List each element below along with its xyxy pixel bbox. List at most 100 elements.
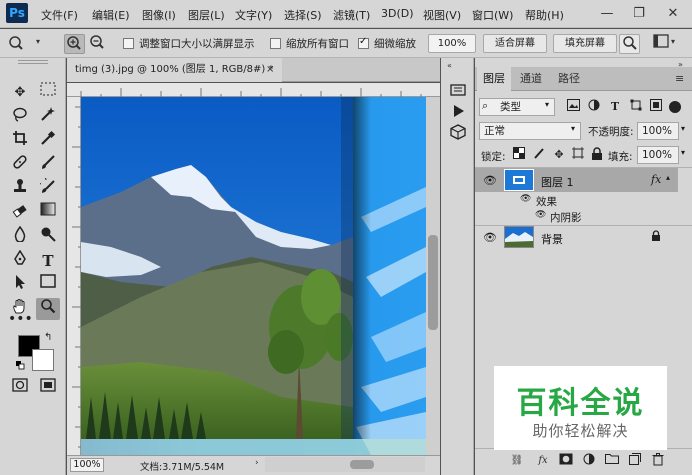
- menu-3d[interactable]: 3D(D): [381, 7, 414, 20]
- menu-file[interactable]: 文件(F): [41, 7, 78, 23]
- menu-help[interactable]: 帮助(H): [525, 7, 564, 23]
- zoom-percent-field[interactable]: 100%: [428, 34, 476, 53]
- opacity-field[interactable]: 100%: [637, 122, 679, 140]
- menu-image[interactable]: 图像(I): [142, 7, 176, 23]
- marquee-tool-icon[interactable]: [36, 82, 60, 104]
- adjustment-layer-icon[interactable]: [580, 453, 598, 469]
- path-selection-tool-icon[interactable]: [8, 274, 32, 296]
- zoom-tool-icon[interactable]: [36, 298, 60, 320]
- vertical-scroll-thumb[interactable]: [428, 235, 438, 330]
- canvas-image[interactable]: [81, 97, 426, 455]
- link-layers-icon[interactable]: ⛓: [508, 453, 526, 469]
- document-tab[interactable]: timg (3).jpg @ 100% (图层 1, RGB/8#) *: [67, 58, 282, 82]
- delete-layer-icon[interactable]: [649, 453, 667, 469]
- scrubby-zoom-checkbox[interactable]: [358, 36, 369, 49]
- quick-mask-icon[interactable]: [8, 378, 32, 400]
- collapse-arrows-icon[interactable]: «: [447, 61, 452, 70]
- filter-smart-object-icon[interactable]: [648, 99, 664, 115]
- blur-tool-icon[interactable]: [8, 225, 32, 248]
- fill-field[interactable]: 100%: [637, 146, 679, 164]
- search-icon[interactable]: [619, 34, 640, 54]
- new-layer-icon[interactable]: [626, 453, 644, 469]
- eyedropper-tool-icon[interactable]: [36, 130, 60, 152]
- opacity-chevron-icon[interactable]: ▾: [681, 124, 685, 133]
- effects-label[interactable]: 效果: [536, 194, 557, 209]
- layer-filter-dropdown[interactable]: 类型: [479, 98, 555, 116]
- effects-visibility-icon[interactable]: 👁: [520, 194, 531, 204]
- lock-transparent-icon[interactable]: [511, 147, 527, 163]
- tab-channels[interactable]: 通道: [514, 67, 548, 91]
- layer1-name[interactable]: 图层 1: [541, 174, 574, 190]
- toolbox-grip[interactable]: [18, 60, 48, 64]
- status-zoom-field[interactable]: 100%: [70, 458, 104, 472]
- lock-position-icon[interactable]: ✥: [551, 147, 567, 163]
- default-colors-icon[interactable]: [16, 360, 25, 370]
- filter-pixel-icon[interactable]: [565, 99, 581, 115]
- panel-menu-icon[interactable]: ≡: [675, 72, 684, 85]
- dodge-tool-icon[interactable]: [36, 226, 60, 248]
- close-tab-icon[interactable]: ×: [266, 60, 280, 80]
- visibility-eye-icon[interactable]: 👁: [482, 174, 498, 187]
- blend-mode-dropdown[interactable]: 正常: [479, 122, 581, 140]
- healing-brush-tool-icon[interactable]: [8, 154, 32, 176]
- menu-select[interactable]: 选择(S): [284, 7, 322, 23]
- add-mask-icon[interactable]: [557, 453, 575, 469]
- zoom-all-checkbox[interactable]: [270, 38, 281, 49]
- clone-stamp-tool-icon[interactable]: [8, 178, 32, 200]
- tab-paths[interactable]: 路径: [552, 67, 586, 91]
- status-menu-arrow-icon[interactable]: ›: [255, 458, 259, 468]
- history-brush-tool-icon[interactable]: [36, 175, 60, 200]
- eraser-tool-icon[interactable]: [8, 202, 32, 224]
- zoom-out-icon[interactable]: [87, 34, 108, 54]
- lock-image-icon[interactable]: [531, 147, 547, 163]
- fill-chevron-icon[interactable]: ▾: [681, 148, 685, 157]
- inner-shadow-label[interactable]: 内阴影: [550, 210, 582, 225]
- lasso-tool-icon[interactable]: [8, 106, 32, 128]
- actions-panel-icon[interactable]: [447, 103, 469, 125]
- menu-layer[interactable]: 图层(L): [188, 7, 225, 23]
- layer1-thumbnail[interactable]: [504, 169, 534, 191]
- type-tool-icon[interactable]: T: [36, 250, 60, 272]
- gradient-tool-icon[interactable]: [36, 202, 60, 224]
- brush-tool-icon[interactable]: [36, 154, 60, 176]
- fit-screen-button[interactable]: 适合屏幕: [483, 34, 547, 53]
- lock-artboard-icon[interactable]: [570, 147, 586, 163]
- restore-button[interactable]: ❐: [626, 4, 652, 24]
- background-lock-icon[interactable]: [651, 230, 661, 245]
- document-size-info[interactable]: 文档:3.71M/5.54M: [140, 459, 224, 473]
- magic-wand-tool-icon[interactable]: [36, 106, 60, 128]
- move-tool-icon[interactable]: ✥: [8, 82, 32, 104]
- workspace-chevron-icon[interactable]: ▾: [671, 37, 675, 46]
- background-thumbnail[interactable]: [504, 226, 534, 248]
- workspace-icon[interactable]: [650, 34, 671, 54]
- tool-preset-picker[interactable]: [6, 34, 27, 54]
- background-visibility-eye-icon[interactable]: 👁: [482, 231, 498, 244]
- more-tools-icon[interactable]: •••: [8, 308, 33, 330]
- layer-effects-fx-icon[interactable]: fx: [651, 173, 661, 186]
- zoom-in-icon[interactable]: [64, 34, 85, 54]
- background-color-swatch[interactable]: [32, 349, 54, 371]
- chevron-down-icon[interactable]: ▾: [36, 37, 40, 46]
- minimize-button[interactable]: —: [594, 4, 620, 24]
- inner-shadow-visibility-icon[interactable]: 👁: [535, 210, 546, 220]
- filter-adjustment-icon[interactable]: [586, 99, 602, 115]
- lock-all-icon[interactable]: [589, 147, 605, 163]
- menu-edit[interactable]: 编辑(E): [92, 7, 130, 23]
- resize-windows-checkbox[interactable]: [123, 38, 134, 49]
- horizontal-scrollbar[interactable]: [265, 457, 425, 472]
- effects-collapse-icon[interactable]: ▴: [666, 173, 670, 182]
- rectangle-tool-icon[interactable]: [36, 274, 60, 296]
- menu-type[interactable]: 文字(Y): [235, 7, 272, 23]
- history-panel-icon[interactable]: [447, 82, 469, 104]
- menu-window[interactable]: 窗口(W): [472, 7, 513, 23]
- crop-tool-icon[interactable]: [8, 130, 32, 152]
- close-window-button[interactable]: ✕: [660, 4, 686, 24]
- fill-screen-button[interactable]: 填充屏幕: [553, 34, 617, 53]
- menu-view[interactable]: 视图(V): [423, 7, 461, 23]
- swap-colors-icon[interactable]: ↰: [44, 332, 52, 343]
- horizontal-scroll-thumb[interactable]: [350, 460, 374, 469]
- filter-type-icon[interactable]: T: [607, 99, 623, 115]
- pen-tool-icon[interactable]: [8, 249, 32, 272]
- filter-shape-icon[interactable]: [628, 99, 644, 115]
- 3d-panel-icon[interactable]: [447, 124, 469, 146]
